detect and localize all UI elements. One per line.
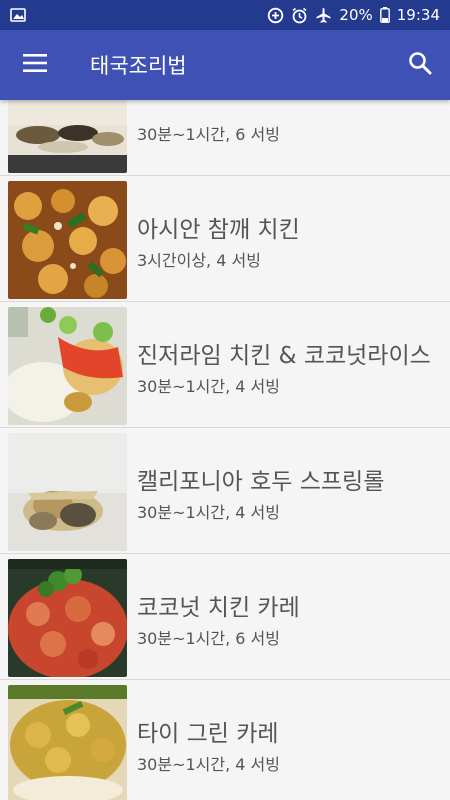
alarm-icon (291, 7, 308, 24)
menu-icon (23, 54, 47, 76)
recipe-thumbnail (8, 685, 127, 800)
recipe-thumbnail (8, 307, 127, 425)
recipe-item[interactable]: 진저라임 치킨 & 코코넛라이스 30분~1시간, 4 서빙 (0, 302, 450, 428)
recipe-item[interactable]: 캘리포니아 호두 스프링롤 30분~1시간, 4 서빙 (0, 428, 450, 554)
page-title: 태국조리법 (90, 54, 187, 78)
recipe-title: 아시안 참깨 치킨 (137, 217, 300, 243)
recipe-subtitle: 30분~1시간, 4 서빙 (137, 755, 280, 774)
recipe-title: 진저라임 치킨 & 코코넛라이스 (137, 343, 431, 369)
recipe-title: 코코넛 치킨 카레 (137, 595, 300, 621)
recipe-subtitle: 3시간이상, 4 서빙 (137, 251, 261, 270)
recipe-item[interactable]: 아시안 참깨 치킨 3시간이상, 4 서빙 (0, 176, 450, 302)
status-bar: 20% 19:34 (0, 0, 450, 30)
search-icon (408, 51, 432, 79)
recipe-thumbnail (8, 100, 127, 173)
battery-icon (379, 7, 390, 23)
clock: 19:34 (396, 6, 440, 24)
menu-button[interactable] (0, 30, 70, 100)
recipe-list[interactable]: 30분~1시간, 6 서빙 아시안 참깨 치킨 3시간이상, 4 서빙 진저라임… (0, 100, 450, 800)
airplane-icon (315, 7, 332, 24)
app-bar: 태국조리법 (0, 30, 450, 100)
recipe-subtitle: 30분~1시간, 4 서빙 (137, 503, 280, 522)
recipe-item[interactable]: 타이 그린 카레 30분~1시간, 4 서빙 (0, 680, 450, 800)
battery-percent: 20% (339, 6, 373, 24)
search-button[interactable] (390, 30, 450, 100)
recipe-thumbnail (8, 181, 127, 299)
recipe-title: 캘리포니아 호두 스프링롤 (137, 469, 385, 495)
recipe-item[interactable]: 30분~1시간, 6 서빙 (0, 100, 450, 176)
recipe-thumbnail (8, 433, 127, 551)
recipe-subtitle: 30분~1시간, 6 서빙 (137, 629, 280, 648)
image-icon (10, 8, 26, 22)
recipe-subtitle: 30분~1시간, 4 서빙 (137, 377, 280, 396)
recipe-thumbnail (8, 559, 127, 677)
recipe-item[interactable]: 코코넛 치킨 카레 30분~1시간, 6 서빙 (0, 554, 450, 680)
recipe-subtitle: 30분~1시간, 6 서빙 (137, 125, 280, 144)
data-saver-icon (267, 7, 284, 24)
recipe-title: 타이 그린 카레 (137, 721, 279, 747)
